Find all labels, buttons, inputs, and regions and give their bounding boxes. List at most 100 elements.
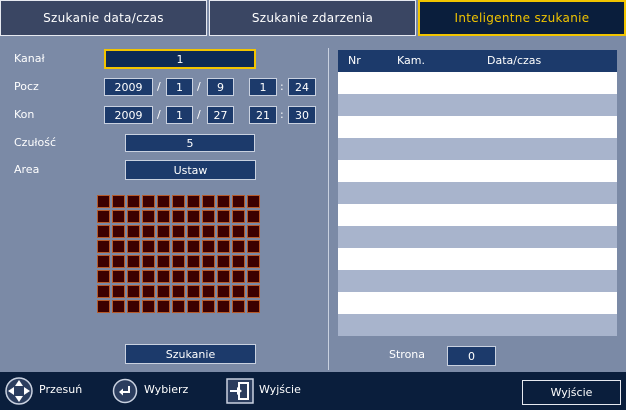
area-grid-cell[interactable]	[157, 270, 170, 283]
area-grid-cell[interactable]	[202, 255, 215, 268]
area-grid-cell[interactable]	[112, 270, 125, 283]
area-grid-cell[interactable]	[217, 240, 230, 253]
area-grid-cell[interactable]	[217, 270, 230, 283]
area-grid-cell[interactable]	[232, 225, 245, 238]
area-grid-cell[interactable]	[142, 225, 155, 238]
area-grid-cell[interactable]	[187, 195, 200, 208]
area-grid-cell[interactable]	[247, 285, 260, 298]
table-row[interactable]	[338, 116, 617, 138]
area-grid-cell[interactable]	[97, 210, 110, 223]
area-grid-cell[interactable]	[142, 255, 155, 268]
area-grid-cell[interactable]	[172, 285, 185, 298]
area-grid-cell[interactable]	[202, 225, 215, 238]
area-grid-cell[interactable]	[157, 225, 170, 238]
area-grid-cell[interactable]	[187, 300, 200, 313]
area-grid-cell[interactable]	[127, 210, 140, 223]
area-grid-cell[interactable]	[202, 240, 215, 253]
area-grid-cell[interactable]	[172, 270, 185, 283]
area-grid-cell[interactable]	[112, 300, 125, 313]
area-grid-cell[interactable]	[112, 240, 125, 253]
area-grid-cell[interactable]	[157, 285, 170, 298]
table-row[interactable]	[338, 248, 617, 270]
area-grid-cell[interactable]	[157, 210, 170, 223]
area-grid-cell[interactable]	[142, 300, 155, 313]
area-grid-cell[interactable]	[217, 285, 230, 298]
table-row[interactable]	[338, 138, 617, 160]
area-grid-cell[interactable]	[172, 240, 185, 253]
area-grid-cell[interactable]	[97, 300, 110, 313]
area-grid-cell[interactable]	[97, 240, 110, 253]
area-grid-cell[interactable]	[172, 255, 185, 268]
exit-button[interactable]: Wyjście	[522, 380, 621, 405]
table-row[interactable]	[338, 94, 617, 116]
area-grid-cell[interactable]	[247, 225, 260, 238]
area-grid-cell[interactable]	[187, 255, 200, 268]
area-set-button[interactable]: Ustaw	[125, 160, 256, 180]
area-grid-cell[interactable]	[217, 195, 230, 208]
area-grid-cell[interactable]	[232, 240, 245, 253]
table-row[interactable]	[338, 160, 617, 182]
page-field[interactable]: 0	[447, 346, 496, 366]
area-grid-cell[interactable]	[112, 195, 125, 208]
area-grid-cell[interactable]	[97, 285, 110, 298]
area-grid-cell[interactable]	[112, 255, 125, 268]
area-grid-cell[interactable]	[247, 300, 260, 313]
start-year-field[interactable]: 2009	[104, 78, 153, 96]
area-grid-cell[interactable]	[187, 240, 200, 253]
tab-smart-search[interactable]: Inteligentne szukanie	[418, 0, 626, 36]
search-button[interactable]: Szukanie	[125, 344, 256, 364]
area-grid-cell[interactable]	[157, 300, 170, 313]
table-row[interactable]	[338, 226, 617, 248]
area-grid-cell[interactable]	[187, 285, 200, 298]
area-grid-cell[interactable]	[217, 300, 230, 313]
area-grid-cell[interactable]	[172, 195, 185, 208]
area-grid-cell[interactable]	[232, 300, 245, 313]
area-grid-cell[interactable]	[142, 195, 155, 208]
area-grid-cell[interactable]	[112, 210, 125, 223]
start-minute-field[interactable]: 24	[288, 78, 316, 96]
area-grid[interactable]	[97, 195, 260, 313]
end-day-field[interactable]: 27	[207, 106, 234, 124]
area-grid-cell[interactable]	[247, 240, 260, 253]
area-grid-cell[interactable]	[232, 270, 245, 283]
area-grid-cell[interactable]	[247, 195, 260, 208]
area-grid-cell[interactable]	[202, 210, 215, 223]
table-row[interactable]	[338, 292, 617, 314]
area-grid-cell[interactable]	[112, 285, 125, 298]
area-grid-cell[interactable]	[172, 300, 185, 313]
area-grid-cell[interactable]	[217, 225, 230, 238]
channel-field[interactable]: 1	[104, 49, 256, 69]
area-grid-cell[interactable]	[127, 285, 140, 298]
area-grid-cell[interactable]	[172, 210, 185, 223]
end-hour-field[interactable]: 21	[249, 106, 277, 124]
area-grid-cell[interactable]	[157, 240, 170, 253]
area-grid-cell[interactable]	[97, 195, 110, 208]
start-day-field[interactable]: 9	[207, 78, 234, 96]
area-grid-cell[interactable]	[247, 255, 260, 268]
area-grid-cell[interactable]	[142, 240, 155, 253]
area-grid-cell[interactable]	[187, 270, 200, 283]
area-grid-cell[interactable]	[127, 255, 140, 268]
area-grid-cell[interactable]	[127, 225, 140, 238]
area-grid-cell[interactable]	[172, 225, 185, 238]
area-grid-cell[interactable]	[202, 300, 215, 313]
table-row[interactable]	[338, 314, 617, 336]
area-grid-cell[interactable]	[202, 195, 215, 208]
area-grid-cell[interactable]	[232, 195, 245, 208]
area-grid-cell[interactable]	[232, 285, 245, 298]
tab-event-search[interactable]: Szukanie zdarzenia	[209, 0, 416, 36]
area-grid-cell[interactable]	[202, 270, 215, 283]
table-row[interactable]	[338, 204, 617, 226]
table-row[interactable]	[338, 72, 617, 94]
end-minute-field[interactable]: 30	[288, 106, 316, 124]
area-grid-cell[interactable]	[97, 225, 110, 238]
end-year-field[interactable]: 2009	[104, 106, 153, 124]
area-grid-cell[interactable]	[97, 255, 110, 268]
area-grid-cell[interactable]	[187, 210, 200, 223]
area-grid-cell[interactable]	[247, 270, 260, 283]
area-grid-cell[interactable]	[142, 210, 155, 223]
area-grid-cell[interactable]	[112, 225, 125, 238]
start-hour-field[interactable]: 1	[249, 78, 277, 96]
area-grid-cell[interactable]	[127, 195, 140, 208]
area-grid-cell[interactable]	[127, 300, 140, 313]
